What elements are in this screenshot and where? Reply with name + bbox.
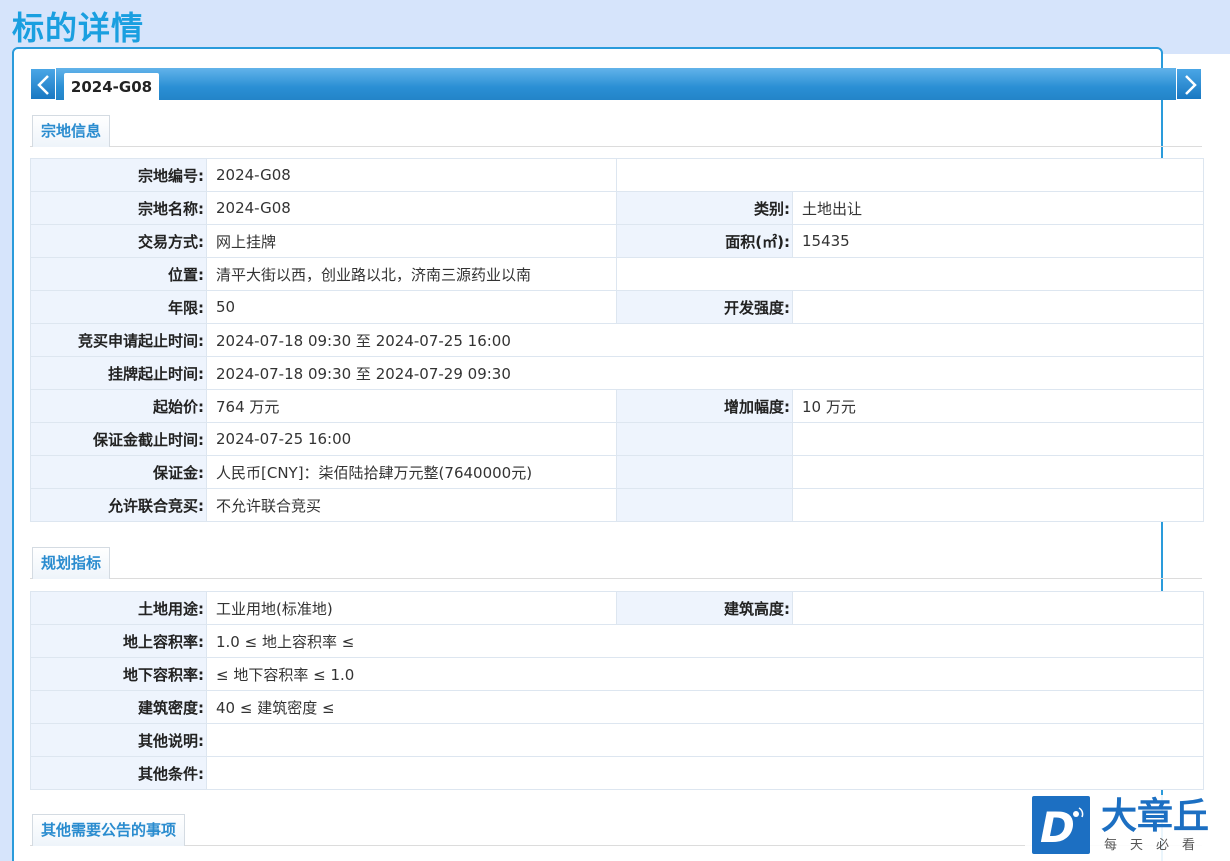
area-label: 面积(㎡):	[616, 224, 793, 258]
parcel-number-value: 2024-G08	[206, 158, 617, 192]
location-value: 清平大街以西，创业路以北，济南三源药业以南	[206, 257, 617, 291]
increment-label: 增加幅度:	[616, 389, 793, 423]
deposit-deadline-label: 保证金截止时间:	[30, 422, 207, 456]
other-conditions-value	[206, 756, 1204, 790]
table-row: 挂牌起止时间: 2024-07-18 09:30 至 2024-07-29 09…	[30, 356, 1204, 390]
land-use-label: 土地用途:	[30, 591, 207, 625]
listing-period-value: 2024-07-18 09:30 至 2024-07-29 09:30	[206, 356, 1204, 390]
empty-cell	[616, 158, 1204, 192]
other-conditions-label: 其他条件:	[30, 756, 207, 790]
page-title: 标的详情	[12, 9, 145, 47]
location-label: 位置:	[30, 257, 207, 291]
parcel-number-label: 宗地编号:	[30, 158, 207, 192]
empty-cell	[616, 257, 1204, 291]
joint-bid-label: 允许联合竞买:	[30, 488, 207, 522]
table-row: 保证金: 人民币[CNY]：柒佰陆拾肆万元整(7640000元)	[30, 455, 1204, 489]
building-density-value: 40 ≤ 建筑密度 ≤	[206, 690, 1204, 724]
land-info-table: 宗地编号: 2024-G08 宗地名称: 2024-G08 类别: 土地出让 交…	[30, 158, 1204, 522]
parcel-name-label: 宗地名称:	[30, 191, 207, 225]
section-label-other-notices: 其他需要公告的事项	[32, 814, 186, 846]
table-row: 交易方式: 网上挂牌 面积(㎡): 15435	[30, 224, 1204, 258]
tab-2024-g08[interactable]: 2024-G08	[64, 73, 159, 100]
trade-method-value: 网上挂牌	[206, 224, 617, 258]
deposit-label: 保证金:	[30, 455, 207, 489]
tab-bar: 2024-G08	[30, 68, 1202, 100]
trade-method-label: 交易方式:	[30, 224, 207, 258]
logo-letter: D	[1040, 803, 1075, 852]
table-row: 土地用途: 工业用地(标准地) 建筑高度:	[30, 591, 1204, 625]
section-label-planning: 规划指标	[32, 547, 111, 579]
term-label: 年限:	[30, 290, 207, 324]
far-above-value: 1.0 ≤ 地上容积率 ≤	[206, 624, 1204, 658]
table-row: 允许联合竞买: 不允许联合竞买	[30, 488, 1204, 522]
dev-intensity-label: 开发强度:	[616, 290, 793, 324]
far-below-label: 地下容积率:	[30, 657, 207, 691]
d-logo-icon: D	[1040, 803, 1084, 852]
table-row: 年限: 50 开发强度:	[30, 290, 1204, 324]
table-row: 建筑密度: 40 ≤ 建筑密度 ≤	[30, 690, 1204, 724]
table-row: 保证金截止时间: 2024-07-25 16:00	[30, 422, 1204, 456]
empty-label-cell	[616, 422, 793, 456]
area-value: 15435	[792, 224, 1204, 258]
far-below-value: ≤ 地下容积率 ≤ 1.0	[206, 657, 1204, 691]
chevron-left-icon	[37, 75, 49, 95]
section-label-land-info: 宗地信息	[32, 115, 111, 147]
empty-label-cell	[616, 488, 793, 522]
term-value: 50	[206, 290, 617, 324]
building-density-label: 建筑密度:	[30, 690, 207, 724]
tab-next-button[interactable]	[1176, 68, 1202, 100]
category-label: 类别:	[616, 191, 793, 225]
empty-cell	[792, 488, 1204, 522]
starting-price-label: 起始价:	[30, 389, 207, 423]
empty-cell	[792, 455, 1204, 489]
tab-prev-button[interactable]	[30, 68, 56, 100]
building-height-value	[792, 591, 1204, 625]
table-row: 地上容积率: 1.0 ≤ 地上容积率 ≤	[30, 624, 1204, 658]
table-row: 起始价: 764 万元 增加幅度: 10 万元	[30, 389, 1204, 423]
chevron-right-icon	[1185, 75, 1197, 95]
watermark-slogan: 每天必看	[1104, 838, 1209, 853]
land-use-value: 工业用地(标准地)	[206, 591, 617, 625]
far-above-label: 地上容积率:	[30, 624, 207, 658]
table-row: 宗地编号: 2024-G08	[30, 158, 1204, 192]
bid-apply-period-value: 2024-07-18 09:30 至 2024-07-25 16:00	[206, 323, 1204, 357]
joint-bid-value: 不允许联合竞买	[206, 488, 617, 522]
building-height-label: 建筑高度:	[616, 591, 793, 625]
dev-intensity-value	[792, 290, 1204, 324]
category-value: 土地出让	[792, 191, 1204, 225]
starting-price-value: 764 万元	[206, 389, 617, 423]
table-row: 宗地名称: 2024-G08 类别: 土地出让	[30, 191, 1204, 225]
empty-cell	[792, 422, 1204, 456]
bid-apply-period-label: 竞买申请起止时间:	[30, 323, 207, 357]
parcel-name-value: 2024-G08	[206, 191, 617, 225]
other-notes-value	[206, 723, 1204, 757]
section-land-info: 宗地信息	[30, 115, 1202, 147]
table-row: 其他条件:	[30, 756, 1204, 790]
section-planning: 规划指标	[30, 547, 1202, 579]
watermark-name: 大章丘	[1101, 796, 1210, 837]
table-row: 其他说明:	[30, 723, 1204, 757]
listing-period-label: 挂牌起止时间:	[30, 356, 207, 390]
logo-icon: D	[1032, 796, 1090, 854]
table-row: 地下容积率: ≤ 地下容积率 ≤ 1.0	[30, 657, 1204, 691]
table-row: 位置: 清平大街以西，创业路以北，济南三源药业以南	[30, 257, 1204, 291]
planning-table: 土地用途: 工业用地(标准地) 建筑高度: 地上容积率: 1.0 ≤ 地上容积率…	[30, 591, 1204, 790]
deposit-deadline-value: 2024-07-25 16:00	[206, 422, 617, 456]
deposit-value: 人民币[CNY]：柒佰陆拾肆万元整(7640000元)	[206, 455, 617, 489]
increment-value: 10 万元	[792, 389, 1204, 423]
empty-label-cell	[616, 455, 793, 489]
other-notes-label: 其他说明:	[30, 723, 207, 757]
watermark: D 大章丘 每天必看	[1025, 795, 1230, 861]
table-row: 竞买申请起止时间: 2024-07-18 09:30 至 2024-07-25 …	[30, 323, 1204, 357]
